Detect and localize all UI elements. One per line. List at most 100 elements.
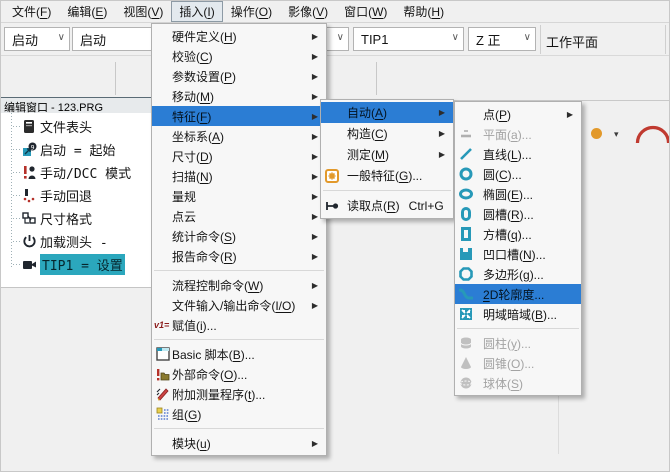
menu-item-dimension[interactable]: 尺寸(D)▶ [152, 146, 326, 166]
menu-item-parameter-settings[interactable]: 参数设置(P)▶ [152, 66, 326, 86]
menu-item-label: 组(G) [172, 406, 201, 423]
polygon-icon [459, 267, 473, 281]
menu-item-constructed[interactable]: 构造(C)▶ [321, 123, 453, 144]
feature-submenu: 自动(A)▶ 构造(C)▶ 测定(M)▶ 一般特征(G)... 读取点(R) C… [320, 99, 454, 219]
menu-item-point[interactable]: 点(P)▶ [455, 104, 581, 124]
menu-item-label: 扫描(N) [172, 168, 213, 185]
toolbar-separator [665, 25, 666, 54]
menu-item-label: 一般特征(G)... [347, 167, 422, 184]
submenu-arrow-icon: ▶ [312, 212, 318, 221]
orange-dot-icon [590, 127, 603, 140]
menu-item-auto[interactable]: 自动(A)▶ [321, 102, 453, 123]
external-command-icon [156, 367, 170, 381]
toolbar-group-separator [115, 62, 116, 95]
tree-row-file-header[interactable]: 文件表头 [1, 115, 151, 138]
menu-item-flow-control-command[interactable]: 流程控制命令(W)▶ [152, 275, 326, 295]
submenu-arrow-icon: ▶ [567, 110, 573, 119]
menu-item-plane[interactable]: 平面(a)... [455, 124, 581, 144]
submenu-arrow-icon: ▶ [312, 92, 318, 101]
chevron-down-icon[interactable]: ∨ [524, 32, 531, 43]
profile-2d-icon [459, 287, 473, 301]
chevron-down-icon[interactable]: ∨ [452, 32, 459, 43]
menu-item-cone[interactable]: 圆锥(O)... [455, 353, 581, 373]
menu-item-cylinder[interactable]: 圆柱(y)... [455, 333, 581, 353]
menu-item-circle[interactable]: 圆(C)... [455, 164, 581, 184]
start-mode-combo[interactable]: 启动 ∨ [4, 27, 70, 51]
menu-item-notch-slot[interactable]: 凹口槽(N)... [455, 244, 581, 264]
menu-item-report-command[interactable]: 报告命令(R)▶ [152, 246, 326, 266]
point-tool-button[interactable] [589, 126, 603, 140]
menu-item-group[interactable]: 组(G) [152, 404, 326, 424]
menu-item-sphere[interactable]: 球体(S) [455, 373, 581, 393]
menu-item-assignment[interactable]: v1=赋值(i)... [152, 315, 326, 335]
menubar-item-window-label: 窗口(W) [344, 5, 387, 19]
tree-row-startup[interactable]: 9 启动 = 起始 [1, 138, 151, 161]
menubar-item-operation[interactable]: 操作(O) [223, 1, 280, 22]
start-mode-combo-value: 启动 [12, 30, 38, 49]
tree-row-manual-dcc[interactable]: 手动/DCC 模式 [1, 161, 151, 184]
chevron-down-icon[interactable]: ∨ [337, 32, 344, 43]
menu-item-label: 校验(C) [172, 48, 213, 65]
menubar-item-window[interactable]: 窗口(W) [336, 1, 395, 22]
dropdown-caret-icon[interactable]: ▾ [614, 129, 619, 140]
submenu-arrow-icon: ▶ [312, 281, 318, 290]
tree-stub [13, 172, 21, 173]
menubar-item-help[interactable]: 帮助(H) [395, 1, 452, 22]
submenu-arrow-icon: ▶ [312, 52, 318, 61]
menubar-item-vision[interactable]: 影像(V) [280, 1, 336, 22]
menu-item-measured[interactable]: 测定(M)▶ [321, 144, 453, 165]
menu-item-hardware-definition[interactable]: 硬件定义(H)▶ [152, 26, 326, 46]
menu-item-polygon[interactable]: 多边形(g)... [455, 264, 581, 284]
menu-item-alignment[interactable]: 坐标系(A)▶ [152, 126, 326, 146]
menu-item-external-command[interactable]: 外部命令(O)... [152, 364, 326, 384]
menubar-item-insert[interactable]: 插入(I) [171, 1, 222, 22]
load-probe-icon [22, 234, 37, 249]
menu-item-line[interactable]: 直线(L)... [455, 144, 581, 164]
menu-item-ellipse[interactable]: 椭圆(E)... [455, 184, 581, 204]
menu-item-attached-measurement-program[interactable]: 附加测量程序(t)... [152, 384, 326, 404]
menu-item-2d-profile[interactable]: 2D轮廓度... [455, 284, 581, 304]
menu-item-label: 方槽(q)... [483, 226, 532, 243]
menu-item-basic-script[interactable]: Basic 脚本(B)... [152, 344, 326, 364]
menubar-item-file[interactable]: 文件(F) [4, 1, 59, 22]
menu-item-scan[interactable]: 扫描(N) ▶ [152, 166, 326, 186]
cylinder-icon [459, 336, 473, 350]
workplane-axis-combo[interactable]: Z 正 ∨ [468, 27, 536, 51]
menu-item-generic-feature[interactable]: 一般特征(G)... [321, 165, 453, 186]
auto-feature-submenu: 点(P)▶ 平面(a)... 直线(L)... 圆(C)... 椭圆(E)...… [454, 101, 582, 396]
menu-item-label: 圆锥(O)... [483, 355, 534, 372]
menu-item-bright-dark-field[interactable]: 明域暗域(B)... [455, 304, 581, 324]
menu-item-pointcloud[interactable]: 点云▶ [152, 206, 326, 226]
assignment-icon: v1= [154, 320, 169, 330]
menu-item-modules[interactable]: 模块(u)▶ [152, 433, 326, 453]
probe-tip-combo[interactable]: TIP1 ∨ [353, 27, 464, 51]
submenu-arrow-icon: ▶ [312, 172, 318, 181]
tree-row-manual-retract[interactable]: 手动回退 [1, 184, 151, 207]
menu-item-label: 尺寸(D) [172, 148, 213, 165]
menu-item-feature[interactable]: 特征(F)▶ [152, 106, 326, 126]
menu-item-calibration[interactable]: 校验(C) ▶ [152, 46, 326, 66]
menubar-item-edit[interactable]: 编辑(E) [59, 1, 115, 22]
menu-item-label: 构造(C) [347, 125, 388, 142]
menu-item-move[interactable]: 移动(M)▶ [152, 86, 326, 106]
menubar-item-view[interactable]: 视图(V) [115, 1, 171, 22]
tree-row-load-probe[interactable]: 加载测头 - [1, 230, 151, 253]
chevron-down-icon[interactable]: ∨ [58, 32, 65, 43]
menu-separator [323, 190, 451, 191]
arc-tool-button[interactable] [635, 120, 670, 148]
menu-item-label: 坐标系(A) [172, 128, 224, 145]
menu-item-round-slot[interactable]: 圆槽(R)... [455, 204, 581, 224]
menu-item-statistics-command[interactable]: 统计命令(S)▶ [152, 226, 326, 246]
tree-row-tip1-selected[interactable]: TIP1 = 设置 [1, 253, 151, 276]
menu-item-label: 圆槽(R)... [483, 206, 534, 223]
tree-stub [13, 126, 21, 127]
tree-row-dim-format[interactable]: 尺寸格式 [1, 207, 151, 230]
submenu-arrow-icon: ▶ [312, 252, 318, 261]
menu-item-read-point[interactable]: 读取点(R) Ctrl+G [321, 195, 453, 216]
menu-item-label: 明域暗域(B)... [483, 306, 557, 323]
probe-tip-combo-value: TIP1 [361, 32, 388, 47]
menu-item-square-slot[interactable]: 方槽(q)... [455, 224, 581, 244]
menu-item-gage[interactable]: 量规▶ [152, 186, 326, 206]
menu-item-file-io-command[interactable]: 文件输入/输出命令(I/O)▶ [152, 295, 326, 315]
tree-row-label: 加载测头 - [40, 232, 108, 251]
